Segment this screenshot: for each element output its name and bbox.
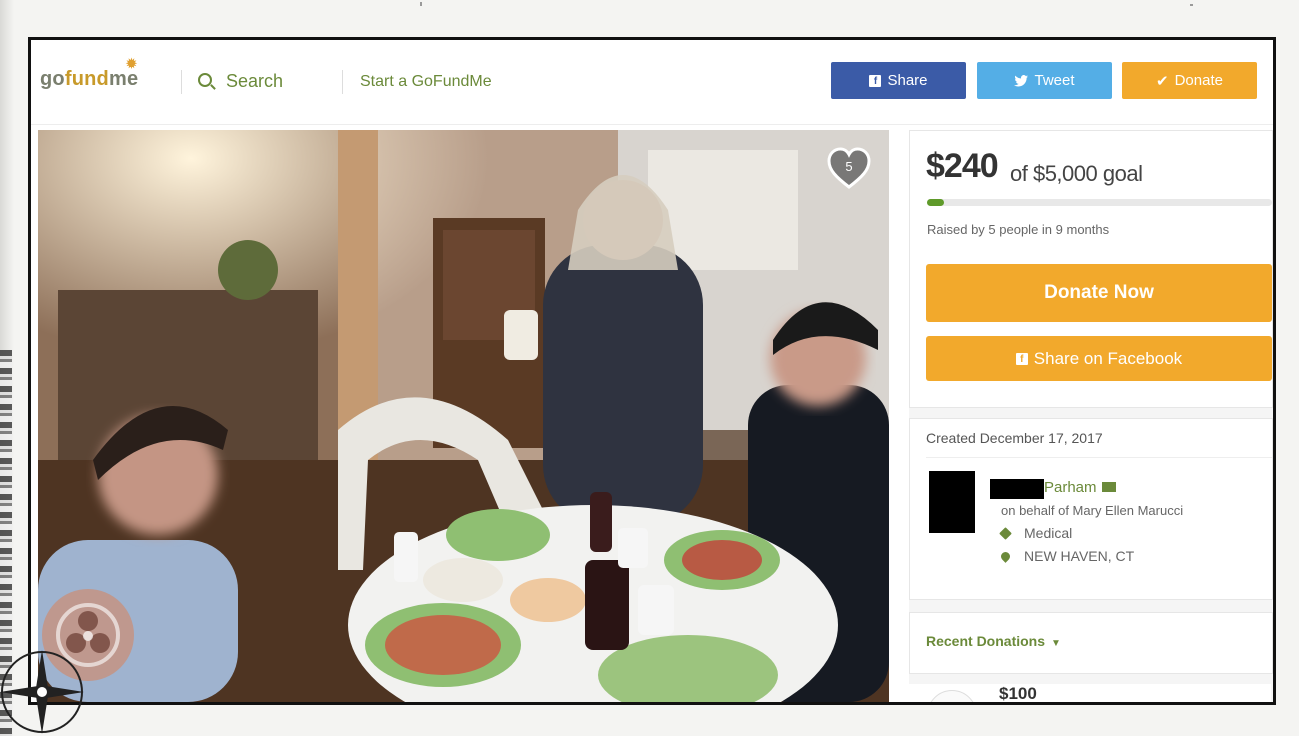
recent-donations-card: Recent Donations ▼ — [909, 612, 1273, 674]
photo-scene — [38, 130, 889, 702]
donation-amount: $100 — [999, 684, 1037, 703]
chevron-down-icon: ▼ — [1051, 638, 1061, 649]
search-icon — [198, 73, 212, 87]
created-date: Created December 17, 2017 — [926, 430, 1103, 446]
tweet-label: Tweet — [1034, 72, 1075, 89]
progress-bar — [927, 199, 1272, 206]
crown-icon: ✹ — [126, 56, 138, 71]
share-on-facebook-button[interactable]: f Share on Facebook — [926, 336, 1272, 381]
progress-fill — [927, 199, 944, 206]
divider — [926, 457, 1272, 458]
donate-now-button[interactable]: Donate Now — [926, 264, 1272, 322]
logo-part: go — [40, 68, 65, 90]
favorite-heart-button[interactable]: 5 — [826, 146, 872, 192]
scan-speck — [1190, 4, 1193, 6]
location-text: NEW HAVEN, CT — [999, 548, 1135, 564]
mail-icon[interactable] — [1101, 482, 1116, 492]
start-gofundme-link[interactable]: Start a GoFundMe — [360, 73, 492, 91]
organizer-name-link[interactable]: Parham — [1044, 479, 1116, 496]
site-header: gofundme ✹ Search Start a GoFundMe f Sha… — [31, 40, 1273, 125]
check-icon: ✔ — [1156, 72, 1169, 90]
facebook-icon: f — [869, 74, 882, 87]
heart-count: 5 — [845, 159, 853, 174]
donation-row: $100 — [909, 684, 1271, 703]
gofundme-logo[interactable]: gofundme ✹ — [40, 56, 138, 91]
screenshot-frame: gofundme ✹ Search Start a GoFundMe f Sha… — [28, 37, 1276, 705]
donate-label: Donate — [1174, 72, 1223, 89]
organizer-name-redaction — [990, 479, 1044, 499]
compass-watermark-icon — [0, 650, 84, 734]
progress-card: $240 of $5,000 goal Raised by 5 people i… — [909, 130, 1273, 408]
organizer-card: Created December 17, 2017 Parham on beha… — [909, 418, 1273, 600]
divider — [181, 70, 182, 94]
raised-amount: $240 — [926, 147, 999, 185]
category-label: Medical — [1024, 525, 1073, 541]
share-button[interactable]: f Share — [831, 62, 966, 99]
location-pin-icon — [999, 549, 1012, 563]
share-label: Share — [887, 72, 928, 89]
organizer-avatar-redacted — [929, 471, 975, 533]
campaign-photo: 5 — [38, 130, 889, 702]
tweet-button[interactable]: Tweet — [977, 62, 1112, 99]
on-behalf-text: on behalf of Mary Ellen Marucci — [1001, 503, 1184, 518]
logo-part: fund — [64, 68, 109, 90]
search-link[interactable]: Search — [198, 71, 283, 92]
donor-avatar — [927, 690, 977, 702]
facebook-icon: f — [1015, 352, 1028, 365]
scan-speck — [420, 2, 422, 6]
tag-icon — [999, 526, 1012, 540]
raised-by-text: Raised by 5 people in 9 months — [927, 222, 1110, 237]
location-label: NEW HAVEN, CT — [1024, 548, 1135, 564]
recent-donations-dropdown[interactable]: Recent Donations ▼ — [926, 633, 1061, 649]
search-label: Search — [226, 71, 284, 91]
campaign-sidebar: $240 of $5,000 goal Raised by 5 people i… — [909, 130, 1273, 703]
twitter-icon — [1014, 74, 1029, 86]
share-fb-label: Share on Facebook — [1033, 348, 1183, 368]
category-link[interactable]: Medical — [999, 525, 1073, 541]
recent-donations-label: Recent Donations — [926, 633, 1046, 649]
divider — [342, 70, 343, 94]
donate-header-button[interactable]: ✔ Donate — [1122, 62, 1257, 99]
goal-text: of $5,000 goal — [1010, 161, 1143, 186]
organizer-name: Parham — [1044, 479, 1097, 496]
